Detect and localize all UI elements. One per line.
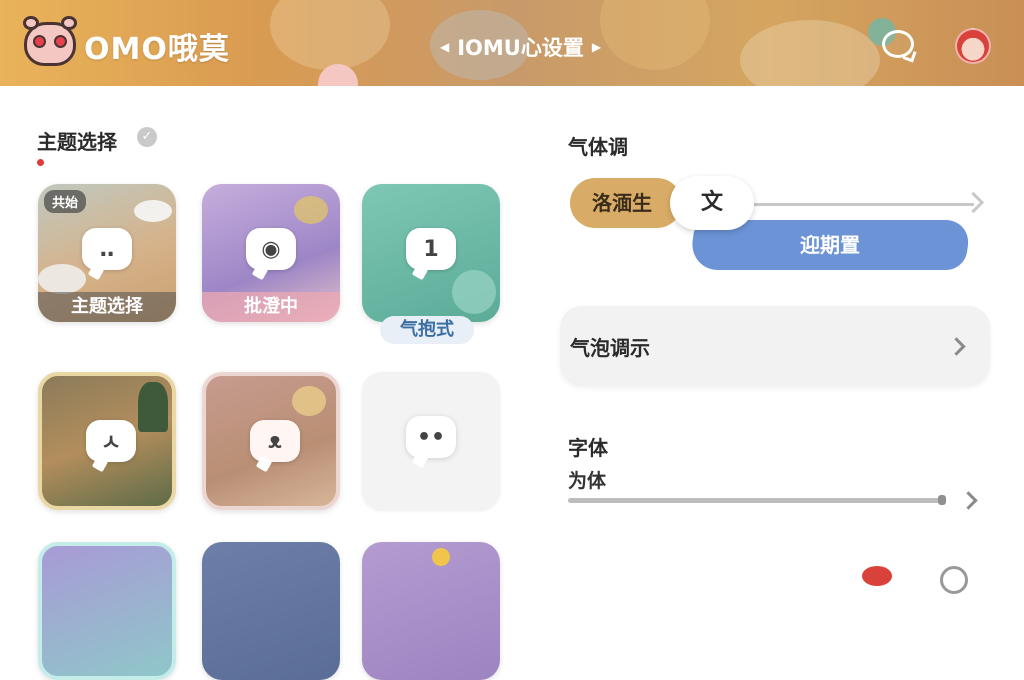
star-decoration <box>432 548 450 566</box>
bubble-section-title: 气体调 <box>568 135 628 159</box>
chevron-right-icon <box>947 337 966 356</box>
chevron-right-icon[interactable] <box>959 491 978 510</box>
banner-decoration <box>740 20 880 86</box>
cloud-decoration <box>292 386 326 416</box>
preview-track-line <box>754 203 974 206</box>
app-logo-icon <box>23 16 77 66</box>
avatar-icon[interactable] <box>955 28 991 64</box>
tile-label: 主题选择 <box>38 292 176 322</box>
theme-tile-8[interactable] <box>202 542 340 680</box>
theme-tile-7[interactable] <box>38 542 176 680</box>
theme-tile-9[interactable] <box>362 542 500 680</box>
blue-bubble-label: 迎期置 <box>800 233 860 257</box>
bubble-style-label: 气泡调示 <box>570 336 650 360</box>
tree-decoration <box>138 382 168 432</box>
theme-section-title: 主题选择 <box>37 130 117 154</box>
app-title: OMO哦莫 <box>84 32 230 67</box>
avatar-icon[interactable] <box>862 566 892 586</box>
cute-bubble-icon: •• <box>406 416 456 458</box>
theme-tile-4[interactable]: ㅅ <box>38 372 176 510</box>
theme-tile-2[interactable]: ◉ 批澄中 <box>202 184 340 322</box>
banner-decoration <box>270 0 390 70</box>
chat-bubble-icon: 1 <box>406 228 456 270</box>
chat-bubble-icon[interactable] <box>940 566 968 594</box>
caret-left-icon[interactable]: ◀ <box>436 40 453 54</box>
chat-bubble-icon: ‥ <box>82 228 132 270</box>
tile-badge: 共始 <box>44 190 87 213</box>
arrow-right-icon <box>962 191 985 214</box>
red-dot-indicator <box>37 159 44 166</box>
theme-tile-3[interactable]: 1 <box>362 184 500 322</box>
page-title: IOMU心设置 <box>457 36 584 60</box>
tile-label-pill[interactable]: 气抱式 <box>380 316 474 344</box>
gold-bubble-option[interactable]: 洛湎生 <box>570 178 682 228</box>
cloud-decoration <box>134 200 172 222</box>
cloud-decoration <box>294 196 328 224</box>
check-circle-icon: ✓ <box>137 127 157 147</box>
chat-bubble-icon: ㅅ <box>86 420 136 462</box>
font-slider-fill <box>568 498 941 503</box>
theme-tile-1[interactable]: ‥ 共始 主题选择 <box>38 184 176 322</box>
theme-tile-5[interactable]: ᴥ <box>202 372 340 510</box>
bubble-style-row[interactable]: 气泡调示 <box>560 306 990 386</box>
bubble-preview: 迎期置 洛湎生 文 <box>570 176 990 278</box>
cloud-decoration <box>452 270 496 314</box>
theme-tile-6[interactable]: •• <box>362 372 500 510</box>
font-section-title: 字体 <box>568 436 608 460</box>
bear-bubble-icon: ᴥ <box>250 420 300 462</box>
caret-right-icon[interactable]: ▶ <box>588 40 605 54</box>
cloud-decoration <box>38 264 86 294</box>
chat-bubble-icon[interactable] <box>882 30 914 58</box>
tile-label: 批澄中 <box>202 292 340 322</box>
font-value: 为体 <box>568 470 607 492</box>
header-banner: OMO哦莫 ◀ IOMU心设置 ▶ <box>0 0 1024 86</box>
banner-decoration <box>600 0 710 70</box>
font-slider[interactable] <box>568 498 944 503</box>
header-nav: ◀ IOMU心设置 ▶ <box>436 32 605 62</box>
eye-icon: ◉ <box>246 228 296 270</box>
font-slider-handle[interactable] <box>938 495 946 505</box>
white-bubble-option[interactable]: 文 <box>670 176 754 230</box>
